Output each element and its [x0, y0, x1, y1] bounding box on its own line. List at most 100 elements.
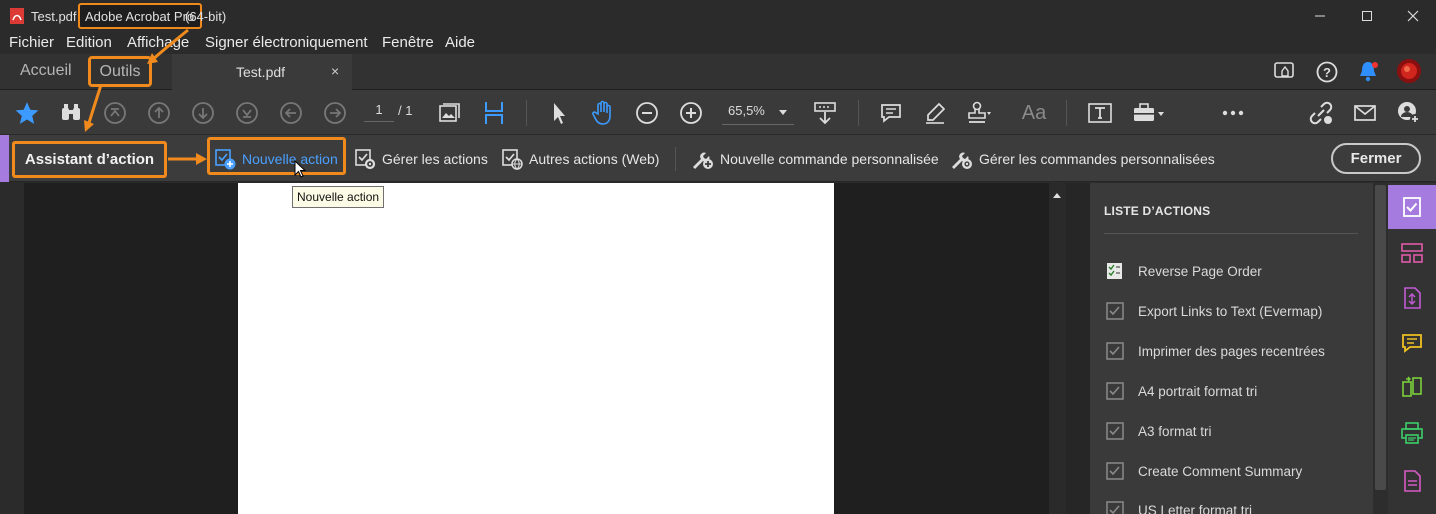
tab-home[interactable]: Accueil: [20, 62, 72, 80]
other-actions-label: Autres actions (Web): [529, 151, 660, 167]
select-pointer-icon[interactable]: [546, 100, 572, 126]
action-list-item[interactable]: Create Comment Summary: [1106, 462, 1302, 480]
tools-rail: [1388, 183, 1436, 514]
new-custom-command-label: Nouvelle commande personnalisée: [720, 151, 939, 167]
manage-actions-icon: [355, 149, 376, 170]
action-list-item-label: A3 format tri: [1138, 423, 1212, 439]
manage-custom-commands-button[interactable]: Gérer les commandes personnalisées: [949, 148, 1215, 170]
rail-create-pdf[interactable]: [1388, 459, 1436, 503]
wrench-gear-icon: [952, 152, 972, 169]
add-text-box-icon[interactable]: [1087, 100, 1113, 126]
action-list-item[interactable]: Reverse Page Order: [1106, 262, 1262, 280]
action-list-scrollbar[interactable]: [1373, 183, 1388, 514]
text-tool-icon[interactable]: Aa: [1021, 100, 1047, 126]
compress-pdf-icon: [1404, 287, 1421, 309]
tab-document[interactable]: Test.pdf ×: [172, 54, 352, 90]
highlight-pen-icon[interactable]: [922, 100, 948, 126]
create-pdf-icon: [1404, 470, 1421, 492]
mouse-cursor-icon: [294, 160, 307, 178]
tool-color-strip: [0, 135, 9, 182]
action-list-item[interactable]: Export Links to Text (Evermap): [1106, 302, 1322, 320]
scroll-up-arrow-icon[interactable]: [1053, 193, 1061, 198]
hand-tool-icon[interactable]: [590, 100, 616, 126]
last-page-icon[interactable]: [234, 100, 260, 126]
svg-text:?: ?: [1323, 65, 1331, 80]
new-custom-command-button[interactable]: Nouvelle commande personnalisée: [690, 148, 939, 170]
action-checklist-icon: [1107, 263, 1122, 279]
action-list-item[interactable]: US Letter format tri: [1106, 501, 1252, 514]
close-tool-button[interactable]: Fermer: [1331, 143, 1421, 174]
other-actions-web-button[interactable]: Autres actions (Web): [501, 148, 659, 170]
fit-page-scroll-icon[interactable]: [812, 100, 838, 126]
stamp-icon[interactable]: [966, 100, 992, 126]
page-thumbnails-icon[interactable]: [436, 100, 462, 126]
zoom-in-icon[interactable]: [678, 100, 704, 126]
notifications-bell-icon[interactable]: [1356, 59, 1380, 85]
manage-actions-button[interactable]: Gérer les actions: [354, 148, 488, 170]
action-list-item[interactable]: A3 format tri: [1106, 422, 1212, 440]
panel-gap: [1066, 183, 1090, 514]
document-left-margin: [0, 183, 24, 514]
rail-print-production[interactable]: [1388, 411, 1436, 455]
tab-document-label: Test.pdf: [236, 64, 286, 80]
add-user-icon[interactable]: [1396, 100, 1422, 126]
favorite-star-icon[interactable]: [14, 100, 40, 126]
zoom-dropdown-chevron-icon[interactable]: [779, 110, 787, 115]
next-view-icon[interactable]: [322, 100, 348, 126]
toolbar-separator: [526, 100, 527, 126]
action-list-item[interactable]: A4 portrait format tri: [1106, 382, 1257, 400]
minimize-button[interactable]: [1297, 0, 1343, 32]
action-list-item-label: A4 portrait format tri: [1138, 383, 1258, 399]
share-feedback-icon[interactable]: [1273, 60, 1297, 84]
toolbar-separator: [858, 100, 859, 126]
maximize-button[interactable]: [1344, 0, 1390, 32]
scroll-mode-icon[interactable]: [481, 100, 507, 126]
help-icon[interactable]: ?: [1315, 60, 1339, 84]
zoom-value: 65,5%: [728, 103, 765, 118]
find-binoculars-icon[interactable]: [58, 100, 84, 126]
action-wizard-icon: [1403, 197, 1421, 217]
next-page-icon[interactable]: [190, 100, 216, 126]
rail-compare-files[interactable]: [1388, 366, 1436, 410]
window-app-suffix: (64-bit): [185, 9, 227, 24]
acrobat-file-icon: [10, 8, 24, 24]
share-link-icon[interactable]: [1308, 100, 1334, 126]
action-list-item-label: US Letter format tri: [1138, 502, 1253, 514]
email-icon[interactable]: [1352, 100, 1378, 126]
action-check-icon: [1106, 382, 1124, 400]
scrollbar-thumb[interactable]: [1375, 185, 1386, 490]
page-number-input[interactable]: 1: [364, 102, 394, 122]
action-list-item[interactable]: Imprimer des pages recentrées: [1106, 342, 1325, 360]
tools-briefcase-icon[interactable]: [1131, 100, 1167, 126]
previous-view-icon[interactable]: [278, 100, 304, 126]
action-list-heading: LISTE D’ACTIONS: [1104, 204, 1211, 218]
manage-custom-commands-label: Gérer les commandes personnalisées: [979, 151, 1215, 167]
rail-organize-pages[interactable]: [1388, 231, 1436, 275]
document-scrollbar[interactable]: [1049, 183, 1066, 514]
menu-signer[interactable]: Signer électroniquement: [205, 34, 368, 51]
avatar[interactable]: [1396, 58, 1422, 84]
rail-action-wizard[interactable]: [1388, 185, 1436, 229]
rail-compress-pdf[interactable]: [1388, 276, 1436, 320]
pdf-page[interactable]: [238, 183, 834, 514]
action-wizard-title: Assistant d’action: [12, 141, 167, 178]
action-list-item-label: Export Links to Text (Evermap): [1138, 303, 1323, 319]
first-page-icon[interactable]: [102, 100, 128, 126]
menu-fenetre[interactable]: Fenêtre: [382, 34, 434, 51]
menu-aide[interactable]: Aide: [445, 34, 475, 51]
menu-fichier[interactable]: Fichier: [9, 34, 54, 51]
close-tab-icon[interactable]: ×: [331, 63, 339, 79]
menu-edition[interactable]: Edition: [66, 34, 112, 51]
more-options-icon[interactable]: [1220, 100, 1246, 126]
previous-page-icon[interactable]: [146, 100, 172, 126]
rail-comment[interactable]: [1388, 321, 1436, 365]
close-window-button[interactable]: [1390, 0, 1436, 32]
comment-icon[interactable]: [878, 100, 904, 126]
action-check-icon: [1106, 501, 1124, 514]
zoom-out-icon[interactable]: [634, 100, 660, 126]
tab-tools[interactable]: Outils: [88, 56, 152, 87]
new-action-button[interactable]: Nouvelle action: [214, 148, 338, 170]
main-toolbar: 1 / 1 65,5% Aa: [0, 90, 1436, 135]
toolbar-separator: [1066, 100, 1067, 126]
menu-affichage[interactable]: Affichage: [127, 34, 189, 51]
